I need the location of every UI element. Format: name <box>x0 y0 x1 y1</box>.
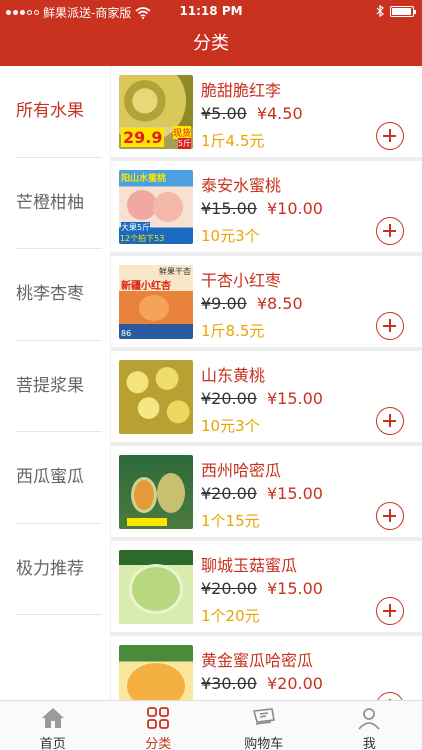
thumb-badge-label: 鲜果干杏 <box>159 267 191 276</box>
sale-price: ¥15.00 <box>266 389 323 408</box>
thumb-badge-label: 12个拍下53 <box>120 234 165 243</box>
tab-bar: 首页 分类 购物车 我 <box>0 700 422 750</box>
tab-me[interactable]: 我 <box>317 701 422 750</box>
nav-bar: 分类 <box>0 24 422 66</box>
product-name: 脆甜脆红李 <box>201 81 282 100</box>
product-image <box>119 360 193 434</box>
sidebar-item-recommended[interactable]: 极力推荐 <box>16 524 102 615</box>
sidebar-item-citrus[interactable]: 芒橙柑柚 <box>16 158 102 249</box>
product-item[interactable]: 鲜果干杏 新疆小红杏 86 干杏小红枣 ¥9.00 ¥8.50 1斤8.5元 <box>111 256 422 351</box>
product-prices: ¥20.00 ¥15.00 <box>201 579 323 598</box>
add-to-cart-button[interactable] <box>376 407 404 435</box>
product-name: 泰安水蜜桃 <box>201 176 282 195</box>
unit-price: 1斤8.5元 <box>201 322 265 340</box>
original-price: ¥30.00 <box>201 674 257 693</box>
status-right <box>376 5 416 17</box>
sidebar-item-stone-fruit[interactable]: 桃李杏枣 <box>16 249 102 341</box>
status-bar: 鲜果派送-商家版 11:18 PM <box>0 0 422 24</box>
product-prices: ¥20.00 ¥15.00 <box>201 484 323 503</box>
product-image <box>119 550 193 624</box>
product-image <box>119 455 193 529</box>
home-icon <box>41 708 64 728</box>
sidebar-item-berries[interactable]: 菩提浆果 <box>16 341 102 432</box>
original-price: ¥15.00 <box>201 199 257 218</box>
sale-price: ¥15.00 <box>266 484 323 503</box>
tab-home[interactable]: 首页 <box>0 701 106 750</box>
tab-label: 购物车 <box>244 737 284 750</box>
sidebar-item-melons[interactable]: 西瓜蜜瓜 <box>16 432 102 524</box>
product-name: 黄金蜜瓜哈密瓜 <box>201 651 314 670</box>
sidebar-item-label: 芒橙柑柚 <box>16 192 84 213</box>
sale-price: ¥15.00 <box>266 579 323 598</box>
sidebar-item-label: 所有水果 <box>16 101 84 121</box>
original-price: ¥5.00 <box>201 104 247 123</box>
product-prices: ¥30.00 ¥20.00 <box>201 674 323 693</box>
sale-price: ¥20.00 <box>266 674 323 693</box>
battery-icon <box>390 5 416 17</box>
sale-price: ¥10.00 <box>266 199 323 218</box>
product-item[interactable]: 聊城玉菇蜜瓜 ¥20.00 ¥15.00 1个20元 <box>111 541 422 636</box>
add-to-cart-button[interactable] <box>376 692 404 700</box>
sidebar-item-label: 西瓜蜜瓜 <box>16 467 84 487</box>
category-sidebar: 所有水果 芒橙柑柚 桃李杏枣 菩提浆果 西瓜蜜瓜 极力推荐 <box>0 66 110 700</box>
thumb-badge-label: 5斤 <box>177 138 191 149</box>
bluetooth-icon <box>376 5 384 17</box>
product-image <box>119 645 193 700</box>
status-time: 11:18 PM <box>179 4 243 18</box>
original-price: ¥20.00 <box>201 579 257 598</box>
add-to-cart-button[interactable] <box>376 597 404 625</box>
product-item[interactable]: 阳山水蜜桃 大果5斤 12个拍下53 泰安水蜜桃 ¥15.00 ¥10.00 10… <box>111 161 422 256</box>
product-image: 29.9 现货 5斤 <box>119 75 193 149</box>
product-name: 西州哈密瓜 <box>201 461 282 480</box>
product-image: 阳山水蜜桃 大果5斤 12个拍下53 <box>119 170 193 244</box>
unit-price: 10元3个 <box>201 417 260 435</box>
tab-label: 我 <box>362 737 376 750</box>
tab-cart[interactable]: 购物车 <box>211 701 317 750</box>
product-name: 干杏小红枣 <box>201 271 282 290</box>
thumb-badge-label: 86 <box>121 329 132 338</box>
category-grid-icon <box>147 707 170 729</box>
cart-icon <box>252 708 275 725</box>
product-item[interactable]: 山东黄桃 ¥20.00 ¥15.00 10元3个 <box>111 351 422 446</box>
sidebar-item-all-fruits[interactable]: 所有水果 <box>16 66 102 158</box>
user-icon <box>358 708 380 730</box>
sidebar-item-label: 菩提浆果 <box>16 375 84 396</box>
thumb-title-label: 新疆小红杏 <box>121 281 171 292</box>
product-name: 聊城玉菇蜜瓜 <box>201 556 298 575</box>
product-item[interactable]: 西州哈密瓜 ¥20.00 ¥15.00 1个15元 <box>111 446 422 541</box>
product-prices: ¥5.00 ¥4.50 <box>201 104 303 123</box>
thumb-badge-label: 大果5斤 <box>121 222 151 233</box>
tab-category[interactable]: 分类 <box>106 701 212 750</box>
sidebar-item-label: 桃李杏枣 <box>16 284 84 304</box>
original-price: ¥9.00 <box>201 294 247 313</box>
unit-price: 1个15元 <box>201 512 260 530</box>
unit-price: 10元3个 <box>201 227 260 245</box>
product-prices: ¥15.00 ¥10.00 <box>201 199 323 218</box>
add-to-cart-button[interactable] <box>376 217 404 245</box>
original-price: ¥20.00 <box>201 389 257 408</box>
tab-label: 分类 <box>145 737 172 750</box>
product-item[interactable]: 黄金蜜瓜哈密瓜 ¥30.00 ¥20.00 <box>111 636 422 700</box>
product-name: 山东黄桃 <box>201 366 266 385</box>
add-to-cart-button[interactable] <box>376 312 404 340</box>
page-title: 分类 <box>193 33 229 54</box>
tab-label: 首页 <box>39 737 66 750</box>
add-to-cart-button[interactable] <box>376 122 404 150</box>
product-list[interactable]: 29.9 现货 5斤 脆甜脆红李 ¥5.00 ¥4.50 1斤4.5元 阳山水蜜桃… <box>110 66 422 700</box>
add-to-cart-button[interactable] <box>376 502 404 530</box>
sidebar-item-label: 极力推荐 <box>16 558 84 579</box>
battery-fill <box>392 7 411 15</box>
unit-price: 1个20元 <box>201 607 260 625</box>
product-image: 鲜果干杏 新疆小红杏 86 <box>119 265 193 339</box>
product-prices: ¥9.00 ¥8.50 <box>201 294 303 313</box>
sale-price: ¥8.50 <box>256 294 303 313</box>
unit-price: 1斤4.5元 <box>201 132 265 150</box>
original-price: ¥20.00 <box>201 484 257 503</box>
product-item[interactable]: 29.9 现货 5斤 脆甜脆红李 ¥5.00 ¥4.50 1斤4.5元 <box>111 66 422 161</box>
product-prices: ¥20.00 ¥15.00 <box>201 389 323 408</box>
thumb-title-label: 阳山水蜜桃 <box>121 174 167 184</box>
sale-price: ¥4.50 <box>256 104 303 123</box>
thumb-price-label: 29.9 <box>121 128 165 147</box>
